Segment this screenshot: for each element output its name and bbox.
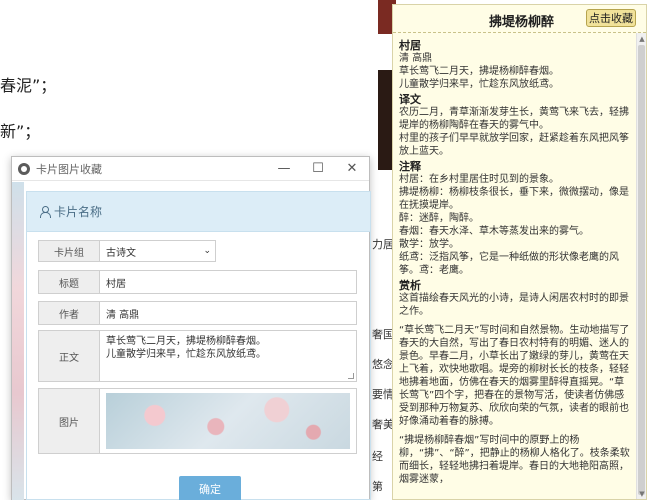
card-form: 卡片组 古诗文 ⌄ 标题 村居 作者 清 高鼎 正文 草长莺飞二月天，拂堤杨柳醉… <box>26 231 371 500</box>
maximize-button[interactable]: ☐ <box>301 161 335 176</box>
section-paragraph: 村里的孩子们早早就放学回家，赶紧趁着东风把风筝放上蓝天。 <box>399 133 629 157</box>
resize-grip-icon[interactable] <box>348 373 354 379</box>
section-heading: 赏析 <box>399 279 421 292</box>
section-paragraph: 农历二月，青草渐渐发芽生长，黄莺飞来飞去，轻拂堤岸的杨柳陶醉在春天的雾气中。 <box>399 107 629 131</box>
title-row: 标题 村居 <box>38 270 357 294</box>
scroll-up-icon[interactable]: ▲ <box>638 35 646 43</box>
background-fragment: 要情 <box>372 388 394 401</box>
section-paragraph: 清 高鼎 <box>399 53 433 64</box>
group-select-value: 古诗文 <box>106 247 136 259</box>
background-fragment: 奢国 <box>372 328 394 341</box>
background-fragment: 第 <box>372 480 383 493</box>
section-paragraph: 村居：在乡村里居住时见到的景象。 <box>399 174 559 185</box>
title-input[interactable]: 村居 <box>100 270 357 294</box>
background-fragment: 力居 <box>372 238 394 251</box>
dialog-titlebar[interactable]: 卡片图片收藏 — ☐ ✕ <box>12 157 369 181</box>
section-paragraph: 这首描绘春天风光的小诗，是诗人闲居农村时的即景之作。 <box>399 293 629 317</box>
group-label: 卡片组 <box>38 240 100 262</box>
section-heading: 注释 <box>399 160 421 173</box>
image-row: 图片 <box>38 388 357 454</box>
title-label: 标题 <box>38 270 100 294</box>
chevron-down-icon: ⌄ <box>203 246 211 256</box>
collect-button[interactable]: 点击收藏 <box>586 9 636 27</box>
body-line: 草长莺飞二月天，拂堤杨柳醉春烟。 <box>106 336 266 347</box>
minimize-button[interactable]: — <box>267 161 301 176</box>
section-paragraph: 儿童散学归来早，忙趁东风放纸鸢。 <box>399 79 559 90</box>
close-button[interactable]: ✕ <box>335 161 369 176</box>
card-header-label: 卡片名称 <box>54 205 103 219</box>
author-input[interactable]: 清 高鼎 <box>100 301 357 325</box>
background-fragment: 奢美 <box>372 418 394 431</box>
confirm-button[interactable]: 确定 <box>179 476 241 500</box>
panel-header: 拂堤杨柳醉 点击收藏 <box>393 5 646 33</box>
user-icon <box>39 205 51 218</box>
background-text-line: 春泥”； <box>0 76 57 95</box>
background-photo-strip <box>12 182 24 500</box>
author-label: 作者 <box>38 301 100 325</box>
section-heading: 村居 <box>399 39 421 52</box>
section-paragraph: 拂堤杨柳：杨柳枝条很长，垂下来，微微摆动，像是在抚摸堤岸。 <box>399 187 629 211</box>
body-row: 正文 草长莺飞二月天，拂堤杨柳醉春烟。 儿童散学归来早，忙趁东风放纸鸢。 <box>38 330 357 382</box>
background-fragment: 悠念 <box>372 358 394 371</box>
body-textarea[interactable]: 草长莺飞二月天，拂堤杨柳醉春烟。 儿童散学归来早，忙趁东风放纸鸢。 <box>100 330 357 382</box>
body-label: 正文 <box>38 330 100 382</box>
section-heading: 译文 <box>399 93 421 106</box>
group-row: 卡片组 古诗文 ⌄ <box>38 240 216 262</box>
dialog-body: 卡片名称 卡片组 古诗文 ⌄ 标题 村居 作者 清 高鼎 正文 草长莺飞二月天，… <box>26 191 371 500</box>
image-label: 图片 <box>38 388 100 454</box>
author-row: 作者 清 高鼎 <box>38 301 357 325</box>
section-paragraph: 醉：迷醉，陶醉。 <box>399 213 479 224</box>
image-picker[interactable] <box>100 388 357 454</box>
dialog-title: 卡片图片收藏 <box>36 162 102 176</box>
section-paragraph: “拂堤杨柳醉春烟”写时间中的原野上的杨柳，“拂”、“醉”，把静止的杨柳人格化了。… <box>399 435 630 485</box>
section-paragraph: 春烟：春天水泽、草木等蒸发出来的雾气。 <box>399 226 589 237</box>
scroll-thumb[interactable] <box>638 45 645 495</box>
scroll-down-icon[interactable]: ▼ <box>638 490 646 498</box>
poem-detail-panel: 拂堤杨柳醉 点击收藏 村居清 高鼎草长莺飞二月天，拂堤杨柳醉春烟。 儿童散学归来早… <box>392 4 647 500</box>
panel-content: 村居清 高鼎草长莺飞二月天，拂堤杨柳醉春烟。 儿童散学归来早，忙趁东风放纸鸢。 译文… <box>399 37 633 499</box>
background-fragment: 经 <box>372 450 383 463</box>
group-select[interactable]: 古诗文 ⌄ <box>100 240 216 262</box>
app-icon <box>18 162 30 175</box>
background-text-line: 新”； <box>0 122 41 141</box>
card-header: 卡片名称 <box>26 191 371 231</box>
card-collect-dialog: 卡片图片收藏 — ☐ ✕ 卡片名称 卡片组 古诗文 ⌄ 标题 村居 作者 清 高… <box>11 156 371 500</box>
section-paragraph: “草长莺飞二月天”写时间和自然景物。生动地描写了春天的大自然，写出了春日农村特有… <box>399 325 630 427</box>
section-paragraph: 散学：放学。 <box>399 239 459 250</box>
body-line: 儿童散学归来早，忙趁东风放纸鸢。 <box>106 349 266 360</box>
panel-title: 拂堤杨柳醉 <box>489 15 555 30</box>
section-paragraph: 纸鸢：泛指风筝，它是一种纸做的形状像老鹰的风筝。鸢：老鹰。 <box>399 252 619 276</box>
panel-scrollbar[interactable]: ▲ ▼ <box>636 33 646 499</box>
image-thumbnail <box>106 393 350 449</box>
section-paragraph: 草长莺飞二月天，拂堤杨柳醉春烟。 <box>399 66 559 77</box>
